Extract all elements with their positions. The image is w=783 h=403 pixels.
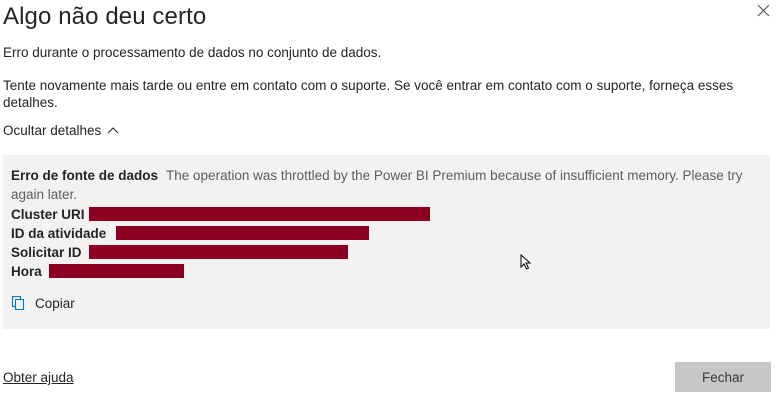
request-id-row: Solicitar ID <box>11 243 82 262</box>
error-message: Erro durante o processamento de dados no… <box>3 45 382 60</box>
error-details-panel: Erro de fonte de dados The operation was … <box>3 155 770 329</box>
close-icon <box>757 4 770 17</box>
cluster-uri-row: Cluster URI <box>11 205 85 224</box>
activity-id-label: ID da atividade <box>11 226 107 241</box>
copy-button[interactable]: Copiar <box>11 295 75 311</box>
chevron-up-icon <box>107 126 119 133</box>
hide-details-toggle[interactable]: Ocultar detalhes <box>3 122 119 139</box>
copy-label: Copiar <box>35 295 75 311</box>
error-source-label: Erro de fonte de dados <box>11 168 159 183</box>
get-help-link[interactable]: Obter ajuda <box>3 369 74 386</box>
time-row: Hora <box>11 262 42 281</box>
error-source-row: Erro de fonte de dados The operation was … <box>11 166 751 204</box>
request-id-redacted-value <box>89 245 348 259</box>
hide-details-label: Ocultar detalhes <box>3 123 102 138</box>
time-redacted-value <box>49 264 184 278</box>
close-dialog-button[interactable] <box>754 2 774 22</box>
copy-icon <box>11 295 25 311</box>
support-message: Tente novamente mais tarde ou entre em c… <box>3 78 734 110</box>
activity-id-row: ID da atividade <box>11 224 106 243</box>
cluster-uri-redacted-value <box>89 207 430 221</box>
close-button[interactable]: Fechar <box>675 362 771 392</box>
dialog-title: Algo não deu certo <box>3 3 207 30</box>
request-id-label: Solicitar ID <box>11 245 82 260</box>
activity-id-redacted-value <box>116 226 369 240</box>
time-label: Hora <box>11 264 42 279</box>
mouse-cursor-icon <box>520 254 532 270</box>
cluster-uri-label: Cluster URI <box>11 207 85 222</box>
